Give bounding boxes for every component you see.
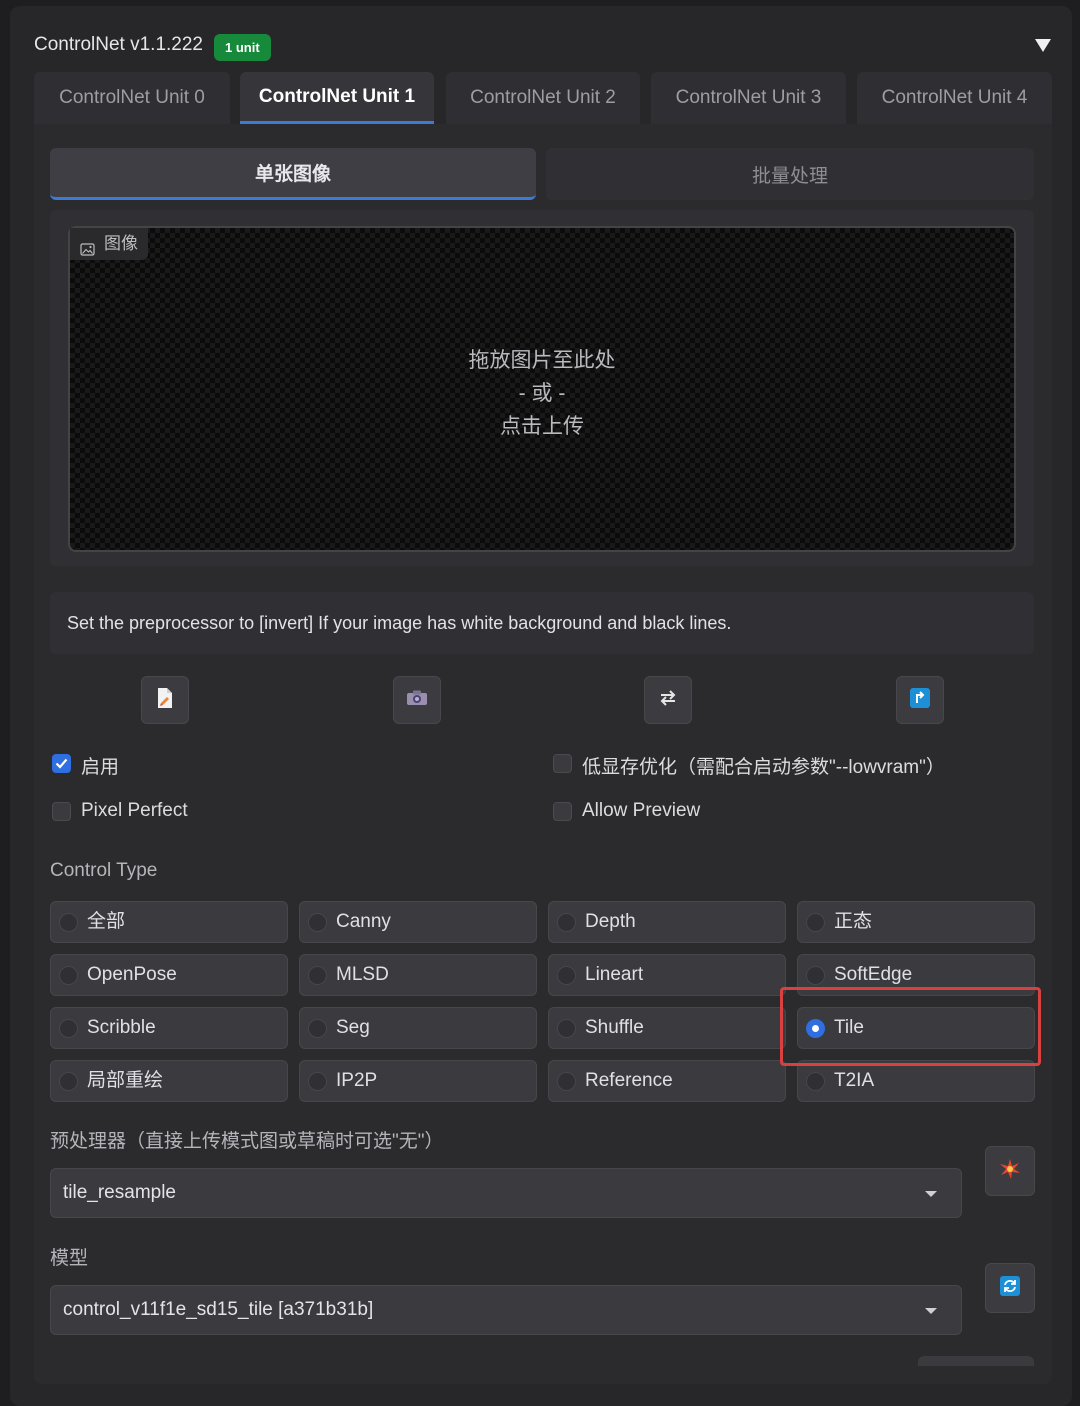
control-type-reference[interactable]: Reference	[548, 1060, 786, 1102]
enable-label: 启用	[81, 757, 120, 778]
radio-button[interactable]	[308, 1072, 327, 1091]
swap-arrows-icon	[658, 689, 678, 712]
cut-off-control[interactable]	[918, 1356, 1034, 1366]
radio-button[interactable]	[59, 1019, 78, 1038]
preprocessor-label: 预处理器（直接上传模式图或草稿时可选"无"）	[50, 1131, 444, 1152]
radio-button[interactable]	[308, 913, 327, 932]
radio-button[interactable]	[59, 1072, 78, 1091]
control-type-lineart[interactable]: Lineart	[548, 954, 786, 996]
control-type-t2ia[interactable]: T2IA	[797, 1060, 1035, 1102]
pixel-perfect-checkbox[interactable]	[52, 802, 71, 821]
run-preprocessor-button[interactable]	[985, 1146, 1035, 1196]
model-value: control_v11f1e_sd15_tile [a371b31b]	[63, 1299, 374, 1320]
tab-unit-2[interactable]: ControlNet Unit 2	[446, 72, 640, 124]
model-dropdown[interactable]: control_v11f1e_sd15_tile [a371b31b]	[50, 1285, 962, 1335]
radio-button[interactable]	[59, 913, 78, 932]
radio-button[interactable]	[806, 966, 825, 985]
control-type-inpaint[interactable]: 局部重绘	[50, 1060, 288, 1102]
control-type-canny[interactable]: Canny	[299, 901, 537, 943]
tab-unit-0[interactable]: ControlNet Unit 0	[34, 72, 230, 124]
tab-batch[interactable]: 批量处理	[546, 148, 1034, 200]
triangle-down-icon[interactable]	[1032, 34, 1054, 56]
radio-button[interactable]	[806, 1072, 825, 1091]
radio-button[interactable]	[806, 913, 825, 932]
radio-button[interactable]	[557, 966, 576, 985]
control-type-openpose[interactable]: OpenPose	[50, 954, 288, 996]
panel-title[interactable]: ControlNet v1.1.222	[34, 34, 203, 56]
camera-icon	[406, 689, 428, 712]
control-type-depth[interactable]: Depth	[548, 901, 786, 943]
explosion-icon	[999, 1158, 1021, 1185]
control-type-seg[interactable]: Seg	[299, 1007, 537, 1049]
lowvram-checkbox[interactable]	[553, 754, 572, 773]
tab-unit-4[interactable]: ControlNet Unit 4	[857, 72, 1052, 124]
model-label: 模型	[50, 1248, 89, 1269]
refresh-models-button[interactable]	[985, 1263, 1035, 1313]
chevron-down-icon	[925, 1308, 937, 1314]
preprocessor-dropdown[interactable]: tile_resample	[50, 1168, 962, 1218]
control-type-scribble[interactable]: Scribble	[50, 1007, 288, 1049]
preprocessor-hint: Set the preprocessor to [invert] If your…	[50, 592, 1034, 654]
radio-button[interactable]	[557, 1072, 576, 1091]
control-type-shuffle[interactable]: Shuffle	[548, 1007, 786, 1049]
click-upload-text: 点击上传	[500, 415, 584, 438]
radio-button[interactable]	[557, 1019, 576, 1038]
mirror-webcam-button[interactable]	[644, 676, 692, 724]
radio-button[interactable]	[308, 1019, 327, 1038]
image-icon	[80, 236, 95, 256]
enable-checkbox[interactable]	[52, 754, 71, 773]
control-type-all[interactable]: 全部	[50, 901, 288, 943]
control-type-ip2p[interactable]: IP2P	[299, 1060, 537, 1102]
chevron-down-icon	[925, 1191, 937, 1197]
radio-button[interactable]	[308, 966, 327, 985]
send-dimensions-button[interactable]	[896, 676, 944, 724]
allow-preview-checkbox[interactable]	[553, 802, 572, 821]
tab-single-image[interactable]: 单张图像	[50, 148, 536, 200]
pixel-perfect-label: Pixel Perfect	[81, 800, 188, 821]
lowvram-label: 低显存优化（需配合启动参数"--lowvram"）	[582, 757, 945, 778]
allow-preview-label: Allow Preview	[582, 800, 701, 821]
control-type-normal[interactable]: 正态	[797, 901, 1035, 943]
send-dimensions-icon	[909, 687, 931, 714]
preprocessor-value: tile_resample	[63, 1182, 176, 1203]
radio-button[interactable]	[557, 913, 576, 932]
control-type-label: Control Type	[50, 860, 158, 881]
tab-unit-1[interactable]: ControlNet Unit 1	[240, 72, 434, 124]
drop-instruction: 拖放图片至此处	[468, 349, 616, 372]
refresh-icon	[999, 1275, 1021, 1302]
drop-or-text: - 或 -	[518, 382, 566, 405]
highlight-annotation	[780, 987, 1041, 1066]
webcam-button[interactable]	[393, 676, 441, 724]
tab-unit-3[interactable]: ControlNet Unit 3	[651, 72, 846, 124]
unit-count-badge: 1 unit	[214, 34, 271, 61]
image-input-label: 图像	[70, 228, 148, 260]
radio-button[interactable]	[59, 966, 78, 985]
new-canvas-icon	[155, 687, 175, 714]
image-label-text: 图像	[104, 234, 138, 253]
control-type-mlsd[interactable]: MLSD	[299, 954, 537, 996]
new-canvas-button[interactable]	[141, 676, 189, 724]
